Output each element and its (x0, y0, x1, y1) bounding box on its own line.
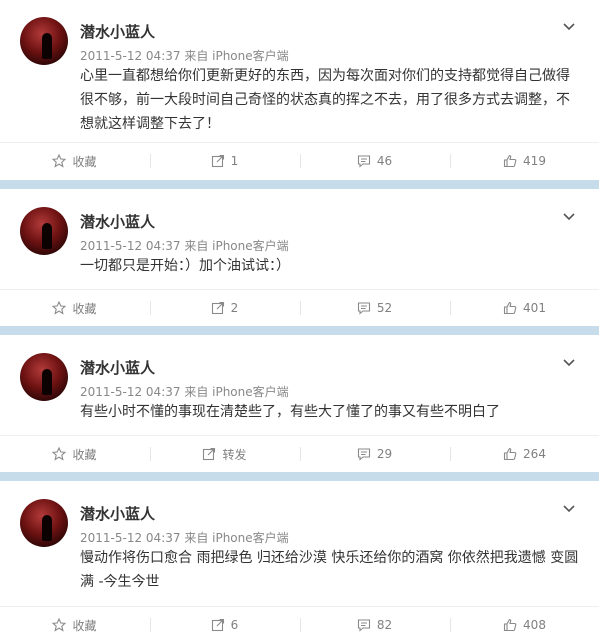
chevron-down-icon[interactable] (561, 208, 577, 224)
comment-button[interactable]: 29 (300, 436, 449, 472)
avatar[interactable] (20, 207, 68, 255)
post-card: 潜水小蓝人 2011-5-12 04:37 来自 iPhone客户端 有些小时不… (0, 336, 599, 471)
comment-icon (357, 302, 370, 315)
comment-icon (357, 155, 370, 168)
repost-count: 6 (230, 618, 239, 632)
like-count: 408 (523, 618, 546, 632)
action-bar: 收藏 6 82 408 (0, 606, 599, 643)
chevron-down-icon[interactable] (561, 500, 577, 516)
star-icon (52, 447, 67, 461)
star-icon (52, 301, 67, 315)
chevron-down-icon[interactable] (561, 354, 577, 370)
collect-label: 收藏 (72, 301, 97, 316)
like-button[interactable]: 401 (450, 290, 599, 326)
comment-button[interactable]: 46 (300, 143, 449, 179)
like-count: 264 (523, 447, 546, 461)
star-icon (52, 618, 67, 632)
post-card: 潜水小蓝人 2011-5-12 04:37 来自 iPhone客户端 心里一直都… (0, 0, 599, 178)
repost-label: 转发 (222, 447, 247, 462)
comment-button[interactable]: 52 (300, 290, 449, 326)
repost-button[interactable]: 1 (150, 143, 299, 179)
collect-label: 收藏 (72, 618, 97, 633)
like-icon (503, 154, 517, 168)
comment-count: 29 (376, 447, 393, 461)
post-card: 潜水小蓝人 2011-5-12 04:37 来自 iPhone客户端 慢动作将伤… (0, 482, 599, 642)
like-count: 419 (523, 154, 546, 168)
username[interactable]: 潜水小蓝人 (80, 21, 155, 42)
collect-label: 收藏 (72, 154, 97, 169)
collect-button[interactable]: 收藏 (0, 143, 149, 179)
like-button[interactable]: 419 (450, 143, 599, 179)
collect-label: 收藏 (72, 447, 97, 462)
like-icon (503, 447, 517, 461)
avatar[interactable] (20, 499, 68, 547)
repost-icon (211, 618, 224, 632)
collect-button[interactable]: 收藏 (0, 290, 149, 326)
repost-button[interactable]: 6 (150, 607, 299, 643)
collect-button[interactable]: 收藏 (0, 436, 149, 472)
comment-count: 82 (376, 618, 393, 632)
avatar[interactable] (20, 353, 68, 401)
repost-button[interactable]: 转发 (150, 436, 299, 472)
action-bar: 收藏 转发 29 264 (0, 435, 599, 472)
repost-count: 1 (230, 154, 239, 168)
comment-count: 52 (376, 301, 393, 315)
comment-icon (357, 448, 370, 461)
repost-icon (211, 154, 224, 168)
comment-count: 46 (376, 154, 393, 168)
like-icon (503, 618, 517, 632)
collect-button[interactable]: 收藏 (0, 607, 149, 643)
post-meta: 2011-5-12 04:37 来自 iPhone客户端 (80, 239, 289, 253)
post-content: 心里一直都想给你们更新更好的东西，因为每次面对你们的支持都觉得自己做得很不够，前… (80, 68, 570, 132)
username[interactable]: 潜水小蓝人 (80, 503, 155, 524)
post-content: 慢动作将伤口愈合 雨把绿色 归还给沙漠 快乐还给你的酒窝 你依然把我遗憾 变圆满… (80, 550, 579, 590)
repost-button[interactable]: 2 (150, 290, 299, 326)
avatar[interactable] (20, 17, 68, 65)
username[interactable]: 潜水小蓝人 (80, 357, 155, 378)
post-meta: 2011-5-12 04:37 来自 iPhone客户端 (80, 49, 289, 63)
repost-count: 2 (230, 301, 239, 315)
comment-button[interactable]: 82 (300, 607, 449, 643)
username[interactable]: 潜水小蓝人 (80, 211, 155, 232)
repost-icon (211, 301, 224, 315)
like-icon (503, 301, 517, 315)
like-count: 401 (523, 301, 546, 315)
comment-icon (357, 619, 370, 632)
post-meta: 2011-5-12 04:37 来自 iPhone客户端 (80, 385, 289, 399)
post-card: 潜水小蓝人 2011-5-12 04:37 来自 iPhone客户端 一切都只是… (0, 190, 599, 325)
action-bar: 收藏 1 46 419 (0, 142, 599, 179)
post-content: 有些小时不懂的事现在清楚些了，有些大了懂了的事又有些不明白了 (80, 404, 500, 420)
post-meta: 2011-5-12 04:37 来自 iPhone客户端 (80, 531, 289, 545)
like-button[interactable]: 264 (450, 436, 599, 472)
post-divider (0, 180, 599, 189)
repost-icon (203, 447, 216, 461)
post-divider (0, 326, 599, 335)
star-icon (52, 154, 67, 168)
chevron-down-icon[interactable] (561, 18, 577, 34)
like-button[interactable]: 408 (450, 607, 599, 643)
post-divider (0, 472, 599, 481)
post-content: 一切都只是开始：）加个油试试：） (80, 258, 290, 274)
action-bar: 收藏 2 52 401 (0, 289, 599, 326)
